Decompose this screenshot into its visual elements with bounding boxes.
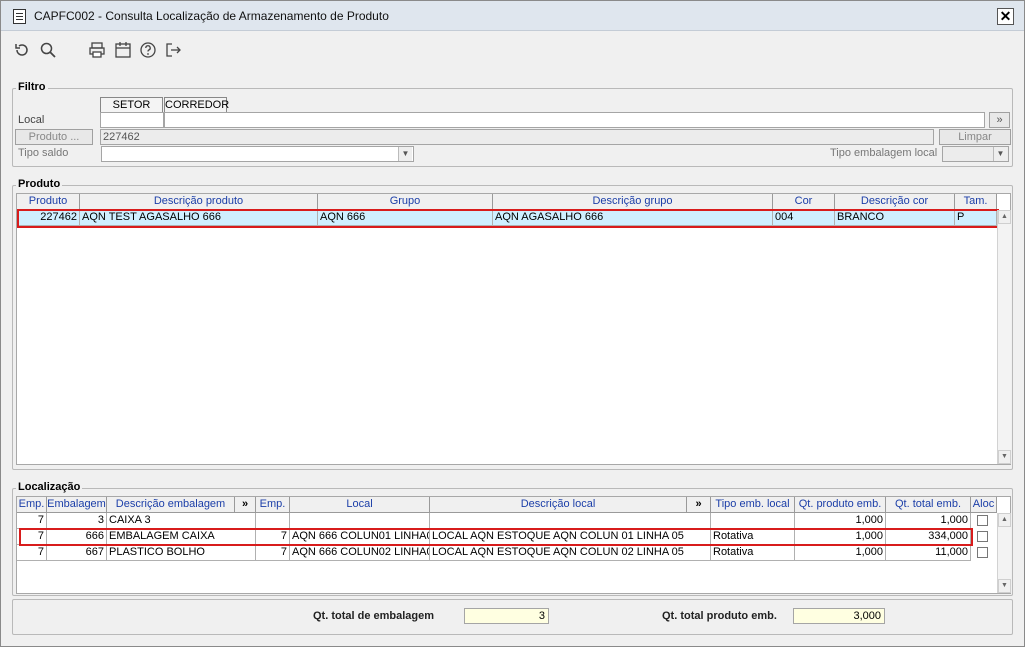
localizacao-scrollbar[interactable]: ▲ ▼ (997, 513, 1011, 593)
tipo-saldo-label: Tipo saldo (18, 147, 69, 159)
scroll-up-icon[interactable]: ▲ (998, 513, 1011, 527)
aloc-checkbox[interactable] (977, 547, 988, 558)
col-header-descricao-embalagem[interactable]: Descrição embalagem (107, 497, 235, 513)
main-window: CAPFC002 - Consulta Localização de Armaz… (0, 0, 1025, 647)
cell-qt-produto-emb[interactable]: 1,000 (795, 513, 886, 529)
qt-total-embalagem-label: Qt. total de embalagem (313, 610, 435, 622)
row-highlight (19, 528, 973, 546)
produto-scrollbar[interactable]: ▲ ▼ (997, 210, 1011, 464)
localizacao-grid: Emp. Embalagem Descrição embalagem » Emp… (16, 496, 1011, 594)
cell-local[interactable] (290, 513, 430, 529)
col-header-descricao-grupo[interactable]: Descrição grupo (493, 194, 773, 210)
produto-button[interactable]: Produto ... (15, 129, 93, 145)
cell-embalagem[interactable]: 667 (47, 545, 107, 561)
qt-total-produto-label: Qt. total produto emb. (662, 610, 777, 622)
cell-emp-2[interactable] (256, 513, 290, 529)
col-header-emp-2[interactable]: Emp. (256, 497, 290, 513)
produto-legend: Produto (16, 178, 63, 190)
title-bar: CAPFC002 - Consulta Localização de Armaz… (1, 1, 1024, 31)
col-header-qt-total-emb[interactable]: Qt. total emb. (886, 497, 971, 513)
col-header-qt-produto-emb[interactable]: Qt. produto emb. (795, 497, 886, 513)
scroll-down-icon[interactable]: ▼ (998, 450, 1011, 464)
limpar-button[interactable]: Limpar (939, 129, 1011, 145)
local-label: Local (18, 114, 45, 126)
document-icon (13, 9, 26, 24)
tipo-emb-label: Tipo embalagem local (830, 147, 938, 159)
cell-descricao-embalagem[interactable]: CAIXA 3 (107, 513, 256, 529)
qt-total-embalagem-field: 3 (464, 608, 549, 624)
filtro-legend: Filtro (16, 81, 48, 93)
col-header-cor[interactable]: Cor (773, 194, 835, 210)
col-header-produto[interactable]: Produto (17, 194, 80, 210)
col-header-aloc[interactable]: Aloc (971, 497, 997, 513)
local-corredor-input[interactable] (164, 112, 985, 128)
tab-corredor[interactable]: CORREDOR (164, 97, 229, 112)
chevron-down-icon[interactable]: ▼ (993, 147, 1007, 161)
row-highlight (17, 209, 999, 228)
search-icon[interactable] (39, 41, 57, 59)
scroll-up-icon[interactable]: ▲ (998, 210, 1011, 224)
col-header-descricao-local[interactable]: Descrição local (430, 497, 687, 513)
aloc-checkbox[interactable] (977, 531, 988, 542)
col-expand-embalagem[interactable]: » (235, 497, 256, 513)
cell-emp[interactable]: 7 (17, 545, 47, 561)
cell-emp[interactable]: 7 (17, 513, 47, 529)
calendar-icon[interactable] (114, 41, 132, 59)
col-header-embalagem[interactable]: Embalagem (47, 497, 107, 513)
produto-grid: Produto Descrição produto Grupo Descriçã… (16, 193, 1011, 465)
col-header-descricao-produto[interactable]: Descrição produto (80, 194, 318, 210)
col-header-tam[interactable]: Tam. (955, 194, 997, 210)
produto-input[interactable]: 227462 (100, 129, 934, 145)
cell-descricao-local[interactable] (430, 513, 711, 529)
help-icon[interactable] (139, 41, 157, 59)
scroll-down-icon[interactable]: ▼ (998, 579, 1011, 593)
cell-qt-total-emb[interactable]: 1,000 (886, 513, 971, 529)
refresh-icon[interactable] (13, 41, 31, 59)
toolbar (1, 32, 1024, 66)
local-lookup-button[interactable]: » (989, 112, 1010, 128)
print-icon[interactable] (88, 41, 106, 59)
col-header-descricao-cor[interactable]: Descrição cor (835, 194, 955, 210)
exit-icon[interactable] (164, 41, 182, 59)
col-header-tipo-emb-local[interactable]: Tipo emb. local (711, 497, 795, 513)
local-setor-input[interactable] (100, 112, 164, 128)
localizacao-legend: Localização (16, 481, 83, 493)
cell-embalagem[interactable]: 3 (47, 513, 107, 529)
cell-local[interactable]: AQN 666 COLUN02 LINHA05 (290, 545, 430, 561)
cell-qt-produto-emb[interactable]: 1,000 (795, 545, 886, 561)
close-button[interactable]: ✕ (997, 8, 1014, 25)
aloc-checkbox[interactable] (977, 515, 988, 526)
qt-total-produto-field: 3,000 (793, 608, 885, 624)
cell-descricao-embalagem[interactable]: PLASTICO BOLHO (107, 545, 256, 561)
chevron-down-icon[interactable]: ▼ (398, 147, 412, 161)
col-expand-local[interactable]: » (687, 497, 711, 513)
col-header-local[interactable]: Local (290, 497, 430, 513)
col-header-emp[interactable]: Emp. (17, 497, 47, 513)
tipo-saldo-select[interactable] (101, 146, 414, 162)
cell-descricao-local[interactable]: LOCAL AQN ESTOQUE AQN COLUN 02 LINHA 05 (430, 545, 711, 561)
cell-tipo-emb-local[interactable] (711, 513, 795, 529)
cell-qt-total-emb[interactable]: 11,000 (886, 545, 971, 561)
cell-tipo-emb-local[interactable]: Rotativa (711, 545, 795, 561)
window-title: CAPFC002 - Consulta Localização de Armaz… (34, 9, 389, 23)
col-header-grupo[interactable]: Grupo (318, 194, 493, 210)
cell-emp-2[interactable]: 7 (256, 545, 290, 561)
tab-setor[interactable]: SETOR (100, 97, 163, 112)
